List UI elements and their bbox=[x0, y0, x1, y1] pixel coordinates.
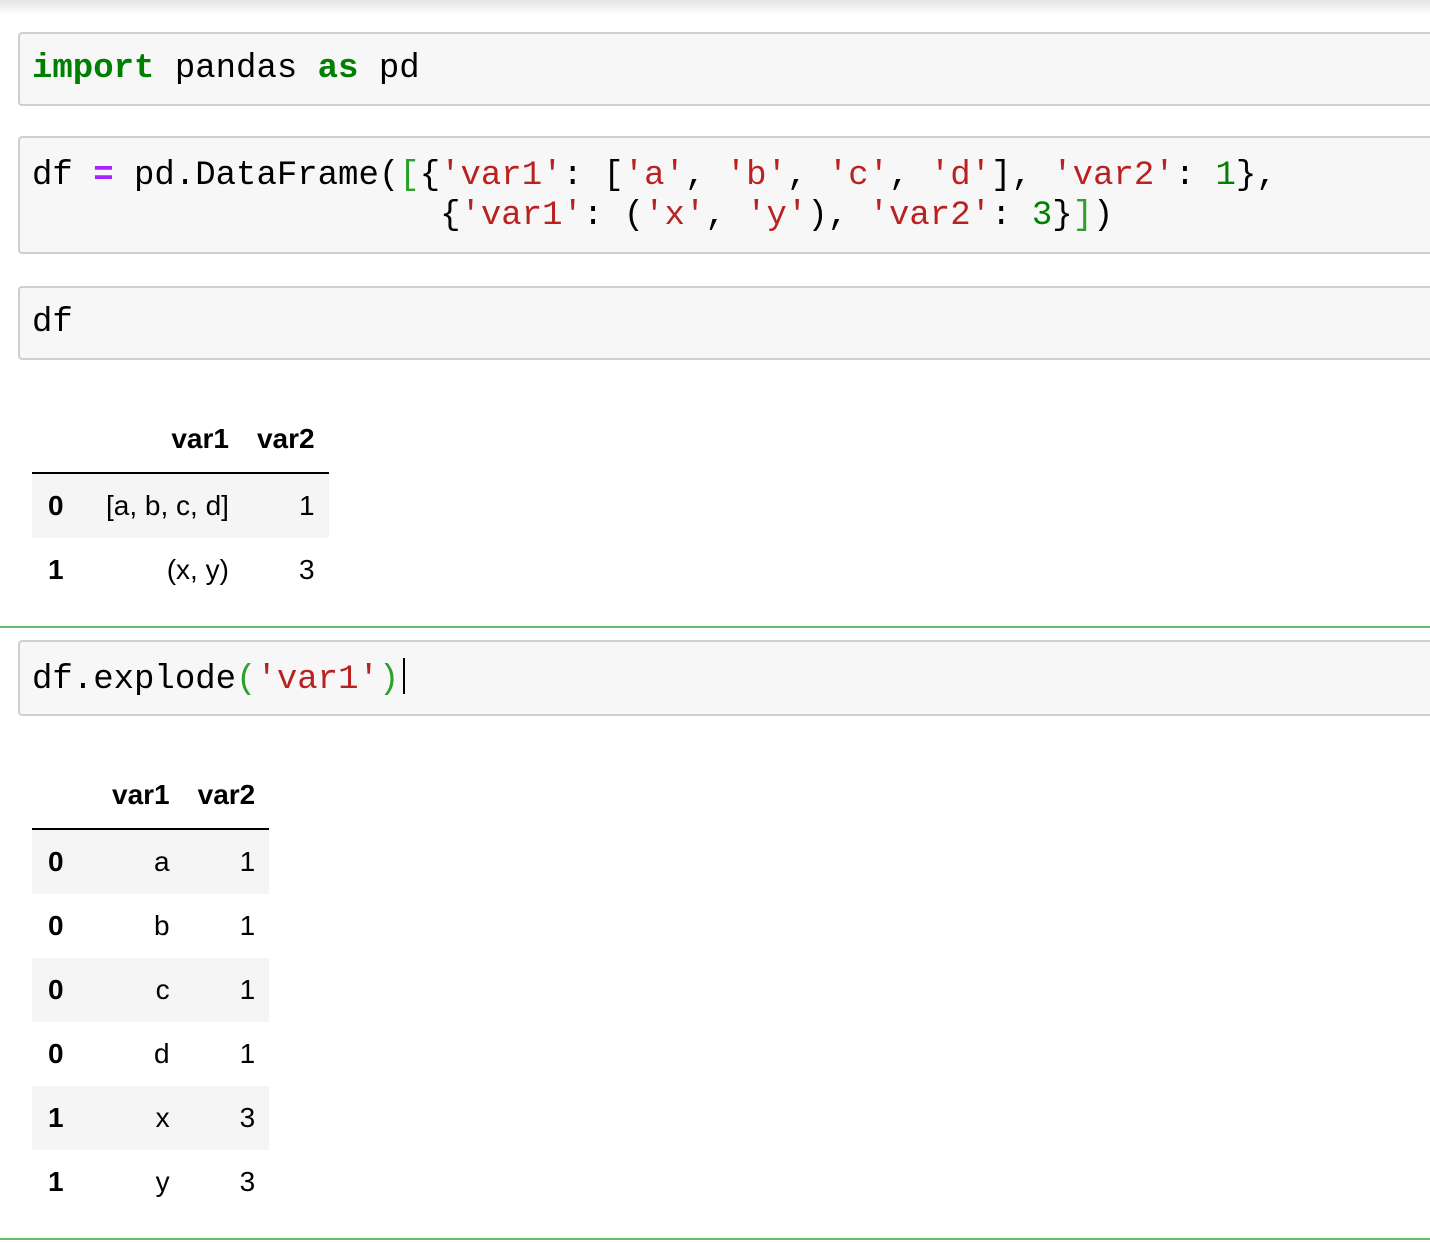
code-string: 'd' bbox=[929, 157, 992, 195]
code-bracket: ) bbox=[378, 661, 400, 699]
code-string: 'var1' bbox=[460, 197, 583, 235]
code-text: : bbox=[991, 197, 1032, 235]
code-cell-import[interactable]: import pandas as pd bbox=[18, 32, 1430, 106]
table-cell: 3 bbox=[239, 1166, 256, 1197]
table-row: 0 a 1 bbox=[32, 829, 270, 894]
dataframe-output-original: var1 var2 0 [a, b, c, d] 1 1 (x, y) 3 bbox=[32, 406, 329, 602]
code-text: , bbox=[889, 157, 930, 195]
code-text: ), bbox=[807, 197, 869, 235]
code-text: pd.DataFrame( bbox=[113, 157, 400, 195]
table-cell: c bbox=[155, 974, 170, 1005]
code-string: 'c' bbox=[827, 157, 890, 195]
code-text: }, bbox=[1235, 157, 1277, 195]
table-header-cell: var1 bbox=[92, 406, 243, 474]
code-text: } bbox=[1052, 197, 1073, 235]
code-text: pd bbox=[358, 50, 420, 88]
selected-cell-top-border bbox=[0, 626, 1430, 628]
code-text: { bbox=[32, 197, 461, 235]
row-index: 0 bbox=[48, 1038, 64, 1069]
table-row: 0 [a, b, c, d] 1 bbox=[32, 473, 329, 538]
table-row: 0 b 1 bbox=[32, 894, 269, 958]
code-editor[interactable]: df bbox=[32, 303, 73, 343]
selected-cell-bottom-border bbox=[0, 1238, 1430, 1240]
table-header-cell bbox=[32, 762, 92, 830]
code-text: df bbox=[32, 304, 73, 342]
table-cell: b bbox=[154, 910, 170, 941]
code-editor[interactable]: import pandas as pd bbox=[32, 49, 420, 89]
table-cell: 1 bbox=[239, 846, 256, 877]
code-string: 'var2' bbox=[1052, 157, 1175, 195]
table-header-row: var1 var2 bbox=[32, 406, 329, 474]
code-text: , bbox=[705, 197, 747, 235]
code-editor[interactable]: df = pd.DataFrame([{'var1': ['a', 'b', '… bbox=[32, 156, 1277, 236]
table-cell: 1 bbox=[239, 974, 256, 1005]
code-editor[interactable]: df.explode('var1') bbox=[32, 658, 406, 700]
table-cell: y bbox=[155, 1166, 170, 1197]
table-header-cell: var2 bbox=[183, 762, 270, 830]
code-number: 3 bbox=[1031, 197, 1053, 235]
row-index: 1 bbox=[48, 1166, 64, 1197]
table-cell: d bbox=[154, 1038, 170, 1069]
code-text: df.explode bbox=[32, 661, 237, 699]
code-text: ], bbox=[991, 157, 1053, 195]
code-cell-explode[interactable]: df.explode('var1') bbox=[18, 640, 1430, 716]
table-cell: 3 bbox=[239, 1102, 256, 1133]
table-cell: a bbox=[154, 846, 170, 877]
table-header-cell bbox=[32, 406, 92, 474]
table-cell: 1 bbox=[239, 1038, 256, 1069]
table-cell: 3 bbox=[299, 554, 315, 585]
code-text: : [ bbox=[562, 157, 624, 195]
code-bracket: ( bbox=[236, 661, 257, 699]
code-text: : ( bbox=[582, 197, 645, 235]
code-string: 'y' bbox=[746, 197, 808, 235]
table-row: 1 (x, y) 3 bbox=[32, 538, 329, 602]
code-string: 'x' bbox=[644, 197, 706, 235]
code-bracket: [ bbox=[399, 157, 420, 195]
table-row: 1 x 3 bbox=[32, 1086, 270, 1150]
code-string: 'a' bbox=[623, 157, 685, 195]
table-cell: 1 bbox=[299, 490, 315, 521]
code-keyword: import bbox=[32, 50, 155, 88]
table-cell: (x, y) bbox=[166, 554, 229, 585]
row-index: 0 bbox=[48, 490, 64, 521]
row-index: 0 bbox=[48, 846, 64, 877]
code-text: { bbox=[419, 157, 441, 195]
code-string: 'var1' bbox=[440, 157, 563, 195]
row-index: 0 bbox=[48, 910, 64, 941]
code-text: , bbox=[786, 157, 828, 195]
table-header-row: var1 var2 bbox=[32, 762, 270, 830]
code-bracket: ] bbox=[1072, 197, 1094, 235]
code-text: , bbox=[684, 157, 726, 195]
code-cell-df[interactable]: df bbox=[18, 286, 1430, 360]
table-cell: 1 bbox=[239, 910, 256, 941]
code-string: 'var1' bbox=[256, 661, 379, 699]
notebook-top-shadow bbox=[0, 0, 1430, 14]
code-text: pandas bbox=[154, 50, 318, 88]
table-row: 1 y 3 bbox=[32, 1150, 269, 1214]
table-header-cell: var1 bbox=[92, 762, 184, 830]
table-row: 0 c 1 bbox=[32, 958, 270, 1022]
code-number: 1 bbox=[1215, 157, 1236, 195]
row-index: 0 bbox=[48, 974, 64, 1005]
code-keyword: as bbox=[317, 50, 359, 88]
row-index: 1 bbox=[48, 1102, 64, 1133]
row-index: 1 bbox=[48, 554, 64, 585]
table-header-cell: var2 bbox=[242, 406, 329, 474]
code-operator: = bbox=[93, 157, 114, 195]
text-cursor bbox=[403, 658, 406, 694]
dataframe-output-exploded: var1 var2 0 a 1 0 b 1 0 c 1 0 d 1 1 x 3 bbox=[32, 762, 270, 1214]
table-cell: [a, b, c, d] bbox=[106, 490, 229, 521]
code-cell-dataframe[interactable]: df = pd.DataFrame([{'var1': ['a', 'b', '… bbox=[18, 136, 1430, 254]
table-row: 0 d 1 bbox=[32, 1022, 269, 1086]
code-text: ) bbox=[1093, 197, 1114, 235]
code-string: 'b' bbox=[725, 157, 787, 195]
code-text: df bbox=[32, 157, 94, 195]
code-text: : bbox=[1174, 157, 1216, 195]
table-cell: x bbox=[155, 1102, 170, 1133]
code-string: 'var2' bbox=[868, 197, 992, 235]
